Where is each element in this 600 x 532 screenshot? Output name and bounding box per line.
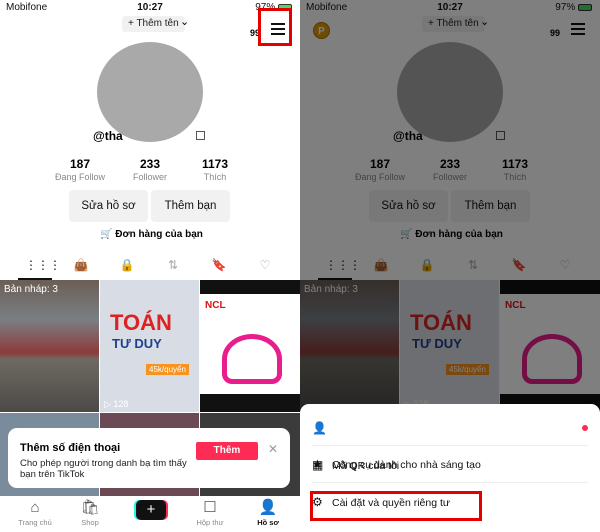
nav-label: Hộp thư	[196, 518, 224, 527]
nav-icon: 🛍	[80, 499, 100, 516]
new-dot	[582, 425, 588, 431]
nav-label: Shop	[81, 518, 99, 527]
menu-item[interactable]: ▦ Mã QR của tôi	[312, 447, 588, 483]
stat[interactable]: 1173Thích	[180, 157, 250, 182]
thumb-text: NCL	[205, 300, 226, 311]
profile-screen: Mobifone 10:27 97% + Thêm tên ⌄ 99 @tha …	[0, 0, 300, 532]
content-tabs: ⋮⋮⋮ 👜 🔒 ⇅ 🔖 ♡	[0, 258, 300, 280]
username: @tha	[93, 129, 123, 143]
popup-body: Cho phép người trong danh bạ tìm thấy bạ…	[20, 458, 187, 480]
stat[interactable]: 187Đang Follow	[45, 157, 115, 182]
draft-tile[interactable]: Bản nháp: 3	[0, 280, 99, 412]
status-bar: Mobifone 10:27 97%	[0, 0, 300, 16]
tab-4-icon[interactable]: 🔖	[209, 258, 229, 272]
tab-0-icon[interactable]: ⋮⋮⋮	[25, 258, 61, 272]
edit-profile-button[interactable]: Sửa hồ sơ	[69, 190, 148, 222]
stat[interactable]: 233Follower	[115, 157, 185, 182]
nav-item[interactable]: ☐ Hộp thư	[185, 498, 235, 527]
highlight-box	[310, 491, 482, 521]
add-friend-button[interactable]: Thêm bạn	[151, 190, 230, 222]
menu-item[interactable]: 👤★ Công cụ dành cho nhà sáng tạo	[312, 410, 588, 471]
create-button[interactable]: +	[136, 500, 166, 520]
add-name-button[interactable]: + Thêm tên	[122, 16, 185, 32]
nav-icon: 👤	[258, 499, 278, 516]
nav-icon: ☐	[203, 499, 217, 516]
stat-label: Thích	[203, 172, 227, 182]
stat-label: Đang Follow	[54, 172, 106, 182]
stat-value: 187	[69, 157, 91, 171]
menu-item-label: Mã QR của tôi	[332, 460, 400, 472]
qr-icon[interactable]	[196, 131, 205, 140]
menu-item-icon: ▦	[312, 458, 324, 472]
nav-icon: ⌂	[30, 499, 40, 516]
tab-1-icon[interactable]: 👜	[71, 258, 91, 272]
thumb-text: TƯ DUY	[112, 336, 162, 351]
draft-label: Bản nháp: 3	[4, 284, 58, 295]
stat-value: 1173	[201, 157, 229, 171]
bike-image	[222, 334, 282, 384]
avatar[interactable]	[97, 42, 203, 142]
video-tile[interactable]: TOÁNTƯ DUY 45k/quyển ▷ 128	[100, 280, 199, 412]
nav-item[interactable]: 👤 Hồ sơ	[243, 498, 293, 527]
profile-screen-with-menu: Mobifone 10:27 97% P + Thêm tên ⌄ 99 @th…	[300, 0, 600, 532]
cart-icon: 🛒	[100, 229, 113, 240]
thumb-text: TOÁN	[110, 310, 172, 335]
nav-label: Trang chủ	[18, 518, 52, 527]
nav-item[interactable]: 🛍 Shop	[65, 498, 115, 527]
tab-3-icon[interactable]: ⇅	[163, 258, 183, 272]
add-phone-popup: Thêm số điện thoại Cho phép người trong …	[8, 428, 290, 488]
highlight-box	[258, 8, 292, 46]
chevron-down-icon[interactable]: ⌄	[180, 15, 189, 28]
popup-title: Thêm số điện thoại	[20, 442, 121, 454]
bottom-nav: ⌂ Trang chủ 🛍 Shop ☐ Hộp thư 👤 Hồ sơ +	[0, 496, 300, 532]
orders-link[interactable]: 🛒 Đơn hàng của bạn	[100, 229, 203, 240]
add-phone-button[interactable]: Thêm	[196, 442, 258, 460]
stat-value: 233	[139, 157, 161, 171]
thumb-text: 45k/quyển	[146, 364, 189, 375]
tab-2-icon[interactable]: 🔒	[117, 258, 137, 272]
nav-item[interactable]: ⌂ Trang chủ	[10, 498, 60, 527]
orders-label: Đơn hàng của bạn	[115, 229, 203, 240]
nav-label: Hồ sơ	[257, 518, 279, 527]
close-icon[interactable]: ✕	[268, 442, 278, 456]
stat-label: Follower	[132, 172, 167, 182]
view-count: ▷ 128	[104, 399, 129, 409]
tab-5-icon[interactable]: ♡	[255, 258, 275, 272]
video-tile[interactable]: NCL ▷ 125	[200, 280, 300, 412]
view-count: ▷ 125	[204, 398, 229, 408]
